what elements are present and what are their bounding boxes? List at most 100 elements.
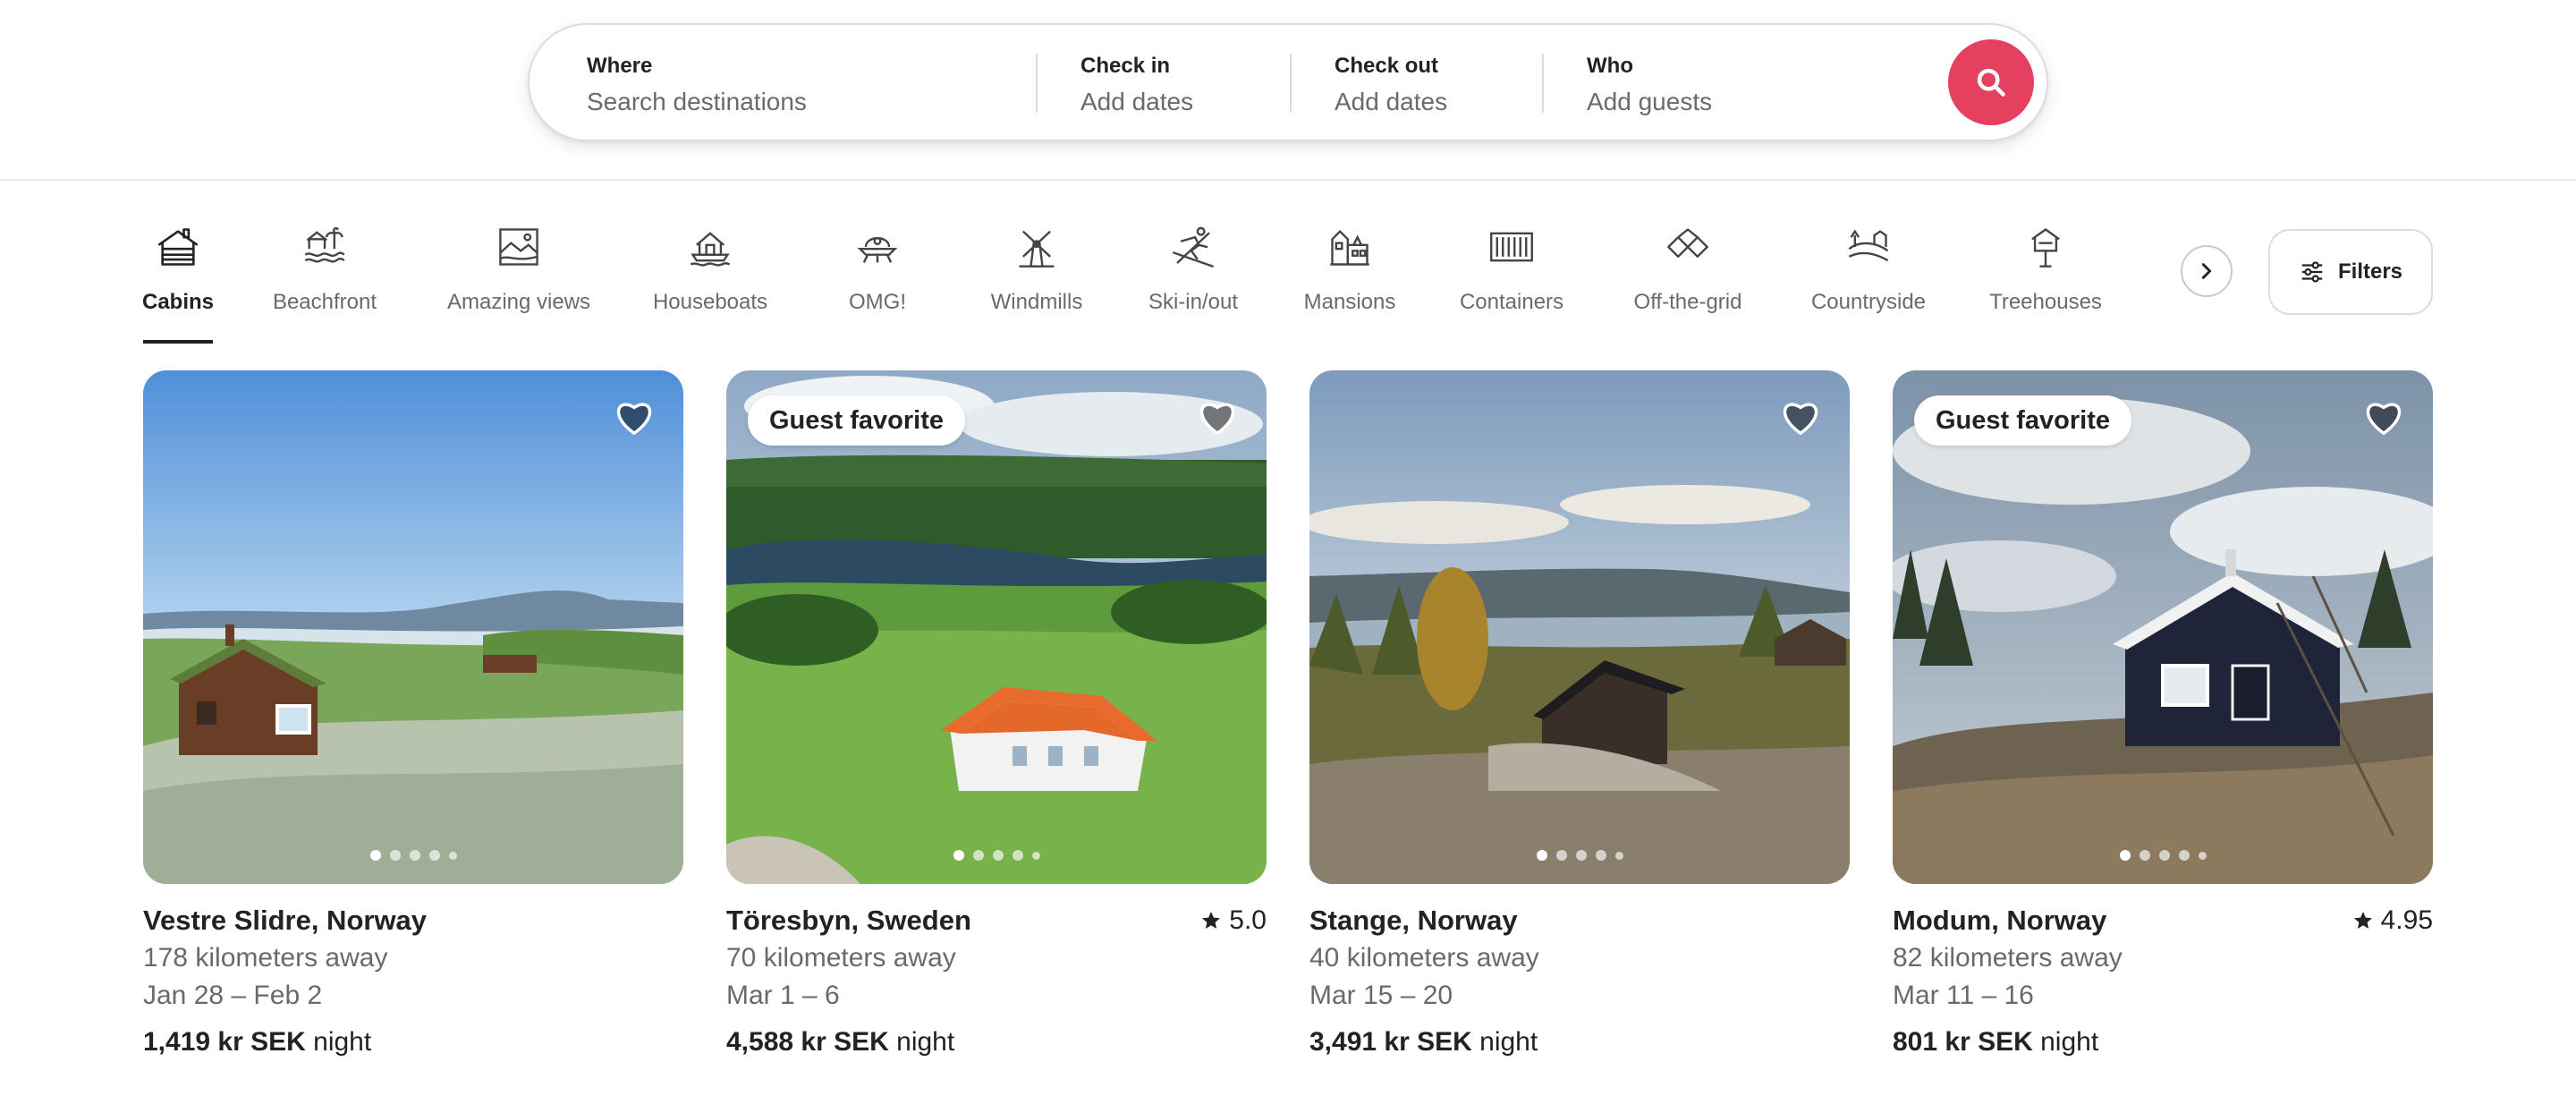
category-label: Containers <box>1459 290 1564 314</box>
listing-price-amount: 1,419 kr SEK <box>143 1027 306 1057</box>
listing-price-amount: 4,588 kr SEK <box>726 1027 889 1057</box>
category-label: Cabins <box>143 290 215 314</box>
photo-pagination <box>1893 850 2433 861</box>
listing-info: Töresbyn, Sweden 5.0 70 kilometers away … <box>726 902 1267 1061</box>
listing-dates: Mar 11 – 16 <box>1893 981 2034 1010</box>
pagination-dot <box>409 850 420 861</box>
category-containers[interactable]: Containers <box>1456 213 1567 344</box>
listing-card[interactable]: Guest favorite Töresbyn, Sweden 5.0 70 k… <box>726 370 1267 1068</box>
listing-card[interactable]: Stange, Norway 40 kilometers away Mar 15… <box>1309 370 1850 1068</box>
pagination-dot <box>428 850 440 861</box>
pagination-dot <box>1614 851 1623 860</box>
category-ski-in-out[interactable]: Ski-in/out <box>1143 213 1243 344</box>
heart-icon[interactable] <box>1778 397 1823 438</box>
amazing-views-icon <box>494 222 544 272</box>
listing-photo[interactable] <box>143 370 683 884</box>
category-windmills[interactable]: Windmills <box>986 213 1088 344</box>
listing-image <box>1309 370 1850 884</box>
category-mansions[interactable]: Mansions <box>1302 213 1397 344</box>
heart-icon[interactable] <box>612 397 657 438</box>
rating-value: 5.0 <box>1229 905 1267 935</box>
photo-pagination <box>726 850 1267 861</box>
pagination-dot <box>1575 850 1587 861</box>
skier-icon <box>1168 222 1218 272</box>
listing-card[interactable]: Vestre Slidre, Norway 178 kilometers awa… <box>143 370 683 1068</box>
check-in-field[interactable]: Check in Add dates <box>1080 25 1313 140</box>
category-omg[interactable]: OMG! <box>848 213 907 344</box>
container-icon <box>1487 222 1537 272</box>
header: Where Search destinations Check in Add d… <box>0 0 2576 181</box>
search-divider <box>1036 54 1038 113</box>
treehouse-icon <box>2021 222 2071 272</box>
search-icon <box>1977 68 2005 97</box>
page: Where Search destinations Check in Add d… <box>0 0 2576 1113</box>
pagination-dot <box>2158 850 2170 861</box>
category-cabins[interactable]: Cabins <box>143 213 215 344</box>
listing-price-unit: night <box>313 1027 372 1057</box>
heart-icon[interactable] <box>1195 397 1240 438</box>
pagination-dot <box>389 850 401 861</box>
listing-title: Stange, Norway <box>1309 905 1518 936</box>
category-label: Countryside <box>1810 290 1927 314</box>
check-out-value: Add dates <box>1335 88 1448 115</box>
who-field[interactable]: Who Add guests <box>1587 25 1927 140</box>
star-icon <box>2353 912 2372 929</box>
listing-price-amount: 3,491 kr SEK <box>1309 1027 1472 1057</box>
who-label: Who <box>1587 54 1633 78</box>
listing-title: Vestre Slidre, Norway <box>143 905 428 936</box>
check-out-field[interactable]: Check out Add dates <box>1335 25 1567 140</box>
listing-info: Vestre Slidre, Norway 178 kilometers awa… <box>143 902 683 1061</box>
listing-title: Modum, Norway <box>1893 905 2107 936</box>
category-off-the-grid[interactable]: Off-the-grid <box>1626 213 1750 344</box>
category-houseboats[interactable]: Houseboats <box>648 213 773 344</box>
listing-photo[interactable] <box>1309 370 1850 884</box>
category-beachfront[interactable]: Beachfront <box>268 213 381 344</box>
listing-distance: 178 kilometers away <box>143 943 388 973</box>
pagination-dot <box>1031 851 1040 860</box>
listing-price-unit: night <box>2040 1027 2099 1057</box>
listing-rating: 4.95 <box>2352 905 2433 936</box>
search-button[interactable] <box>1948 39 2034 125</box>
check-in-label: Check in <box>1080 54 1171 78</box>
category-scroll-right-button[interactable] <box>2181 245 2233 297</box>
category-amazing-views[interactable]: Amazing views <box>440 213 597 344</box>
check-in-value: Add dates <box>1080 88 1194 115</box>
category-label: Treehouses <box>1989 290 2102 314</box>
category-label: Amazing views <box>446 290 591 314</box>
pagination-dot <box>369 850 381 861</box>
listing-rating: 5.0 <box>1200 905 1267 936</box>
rating-value: 4.95 <box>2380 905 2433 935</box>
listing-info: Stange, Norway 40 kilometers away Mar 15… <box>1309 902 1850 1061</box>
listing-image <box>1893 370 2433 884</box>
listing-photo[interactable]: Guest favorite <box>726 370 1267 884</box>
cabin-icon <box>153 222 203 272</box>
listing-price-unit: night <box>1479 1027 1538 1057</box>
pagination-dot <box>972 850 984 861</box>
where-field[interactable]: Where Search destinations <box>587 25 1052 140</box>
listing-card[interactable]: Guest favorite Modum, Norway 4.95 82 kil… <box>1893 370 2433 1068</box>
listing-photo[interactable]: Guest favorite <box>1893 370 2433 884</box>
pagination-dot <box>2178 850 2190 861</box>
pagination-dot <box>953 850 964 861</box>
listing-price: 1,419 kr SEK night <box>143 1024 683 1061</box>
category-countryside[interactable]: Countryside <box>1805 213 1932 344</box>
listing-price: 801 kr SEK night <box>1893 1024 2433 1061</box>
heart-icon[interactable] <box>2361 397 2406 438</box>
search-bar: Where Search destinations Check in Add d… <box>528 23 2048 141</box>
listing-price: 4,588 kr SEK night <box>726 1024 1267 1061</box>
listing-dates: Mar 1 – 6 <box>726 981 840 1010</box>
filters-label: Filters <box>2337 259 2403 284</box>
guest-favorite-badge: Guest favorite <box>1914 395 2131 446</box>
category-treehouses[interactable]: Treehouses <box>1987 213 2104 344</box>
where-input[interactable]: Search destinations <box>587 84 1052 120</box>
chevron-right-icon <box>2201 263 2212 279</box>
pagination-dot <box>448 851 457 860</box>
filters-button[interactable]: Filters <box>2268 229 2433 315</box>
star-icon <box>1202 912 1221 929</box>
houseboat-icon <box>685 222 735 272</box>
sliders-icon <box>2301 261 2323 283</box>
listing-distance: 40 kilometers away <box>1309 943 1539 973</box>
windmill-icon <box>1012 222 1062 272</box>
countryside-icon <box>1843 222 1894 272</box>
pagination-dot <box>2139 850 2150 861</box>
